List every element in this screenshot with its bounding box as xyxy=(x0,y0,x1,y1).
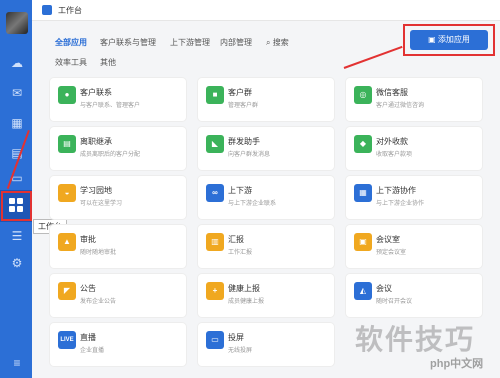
app-description: 向客户群发消息 xyxy=(228,152,271,158)
app-icon: ◣ xyxy=(206,135,224,153)
app-title: 对外收款 xyxy=(376,137,408,146)
tab-customer[interactable]: 客户联系与管理 xyxy=(100,37,156,48)
left-sidebar: ☁ ✉ ▦ ▤ ▭ ☰ ⚙ ≡ xyxy=(0,0,32,378)
settings-icon[interactable]: ⚙ xyxy=(9,255,25,271)
user-avatar[interactable] xyxy=(6,12,28,34)
contacts-icon[interactable]: ☰ xyxy=(9,228,25,244)
tab-internal[interactable]: 内部管理 xyxy=(220,37,252,48)
app-card[interactable]: LIVE 直播企业直播 xyxy=(50,323,186,366)
app-title: 群发助手 xyxy=(228,137,260,146)
app-icon: ▥ xyxy=(206,233,224,251)
app-description: 随时随地审批 xyxy=(80,250,117,256)
app-card[interactable]: ◣ 群发助手向客户群发消息 xyxy=(198,127,334,170)
app-title: 学习园地 xyxy=(80,186,112,195)
app-card[interactable]: ▭ 投屏无线投屏 xyxy=(198,323,334,366)
app-icon: ∞ xyxy=(206,184,224,202)
highlight-box-sidebar xyxy=(1,191,32,221)
app-icon: LIVE xyxy=(58,331,76,349)
app-description: 无线投屏 xyxy=(228,348,253,354)
header-title: 工作台 xyxy=(58,6,82,15)
app-description: 与上下游企业协作 xyxy=(376,201,425,207)
app-card[interactable]: ● 客户联系与客户联系、管理客户 xyxy=(50,78,186,121)
app-card[interactable]: ◤ 公告发布企业公告 xyxy=(50,274,186,317)
tab-efficiency[interactable]: 效率工具 xyxy=(55,57,87,68)
app-title: 健康上报 xyxy=(228,284,260,293)
app-card[interactable]: ◆ 对外收款收取客户款项 xyxy=(346,127,482,170)
app-icon: ▤ xyxy=(58,135,76,153)
app-icon: + xyxy=(206,282,224,300)
building-icon[interactable]: ▦ xyxy=(9,115,25,131)
app-description: 预定会议室 xyxy=(376,250,407,256)
app-card[interactable]: ◎ 微信客服客户通过微信咨询 xyxy=(346,78,482,121)
tab-search[interactable]: ⌕ 搜索 xyxy=(266,37,289,48)
highlight-box-add-button xyxy=(403,24,495,56)
app-description: 企业直播 xyxy=(80,348,105,354)
app-title: 上下游 xyxy=(228,186,252,195)
annotation-arrow-add-button xyxy=(343,45,403,69)
app-icon: ■ xyxy=(206,86,224,104)
app-title: 审批 xyxy=(80,235,96,244)
cloud-icon[interactable]: ☁ xyxy=(9,55,25,71)
app-card[interactable]: + 健康上报成员健康上报 xyxy=(198,274,334,317)
tab-other[interactable]: 其他 xyxy=(100,57,116,68)
mail-icon[interactable]: ✉ xyxy=(9,85,25,101)
app-description: 随时召开会议 xyxy=(376,299,413,305)
tab-search-label: 搜索 xyxy=(272,38,289,47)
app-card[interactable]: ▥ 汇报工作汇报 xyxy=(198,225,334,268)
tab-upstream[interactable]: 上下游管理 xyxy=(170,37,210,48)
app-icon: ◎ xyxy=(354,86,372,104)
app-title: 微信客服 xyxy=(376,88,408,97)
app-card[interactable]: ▦ 上下游协作与上下游企业协作 xyxy=(346,176,482,219)
app-description: 发布企业公告 xyxy=(80,299,117,305)
app-title: 上下游协作 xyxy=(376,186,416,195)
app-title: 会议室 xyxy=(376,235,400,244)
app-description: 收取客户款项 xyxy=(376,152,413,158)
app-description: 工作汇报 xyxy=(228,250,253,256)
app-title: 投屏 xyxy=(228,333,244,342)
app-title: 公告 xyxy=(80,284,96,293)
app-logo-icon xyxy=(42,5,52,15)
top-header: 工作台 xyxy=(32,0,500,21)
app-card[interactable]: ▣ 会议室预定会议室 xyxy=(346,225,482,268)
app-card[interactable]: ◭ 会议随时召开会议 xyxy=(346,274,482,317)
app-description: 成员离职后的客户分配 xyxy=(80,152,141,158)
app-icon: ● xyxy=(58,86,76,104)
app-icon: ▲ xyxy=(58,233,76,251)
watermark-small-text: php中文网 xyxy=(430,358,484,370)
app-title: 客户联系 xyxy=(80,88,112,97)
watermark-text: 软件技巧 xyxy=(355,324,476,355)
app-card[interactable]: ∞ 上下游与上下游企业联系 xyxy=(198,176,334,219)
app-title: 直播 xyxy=(80,333,96,342)
app-card[interactable]: ■ 客户群管理客户群 xyxy=(198,78,334,121)
tab-all-apps[interactable]: 全部应用 xyxy=(55,37,87,48)
app-description: 管理客户群 xyxy=(228,103,259,109)
app-description: 可以在这里学习 xyxy=(80,201,123,207)
app-description: 成员健康上报 xyxy=(228,299,265,305)
app-icon: ◤ xyxy=(58,282,76,300)
app-card[interactable]: ◒ 学习园地可以在这里学习 xyxy=(50,176,186,219)
app-card[interactable]: ▲ 审批随时随地审批 xyxy=(50,225,186,268)
app-icon: ◭ xyxy=(354,282,372,300)
menu-icon[interactable]: ≡ xyxy=(9,355,25,371)
app-title: 会议 xyxy=(376,284,392,293)
app-title: 汇报 xyxy=(228,235,244,244)
app-title: 客户群 xyxy=(228,88,252,97)
app-description: 与客户联系、管理客户 xyxy=(80,103,141,109)
app-icon: ◆ xyxy=(354,135,372,153)
app-title: 离职继承 xyxy=(80,137,112,146)
app-icon: ◒ xyxy=(58,184,76,202)
app-icon: ▦ xyxy=(354,184,372,202)
app-description: 与上下游企业联系 xyxy=(228,201,277,207)
app-icon: ▣ xyxy=(354,233,372,251)
app-description: 客户通过微信咨询 xyxy=(376,103,425,109)
app-card[interactable]: ▤ 离职继承成员离职后的客户分配 xyxy=(50,127,186,170)
app-icon: ▭ xyxy=(206,331,224,349)
